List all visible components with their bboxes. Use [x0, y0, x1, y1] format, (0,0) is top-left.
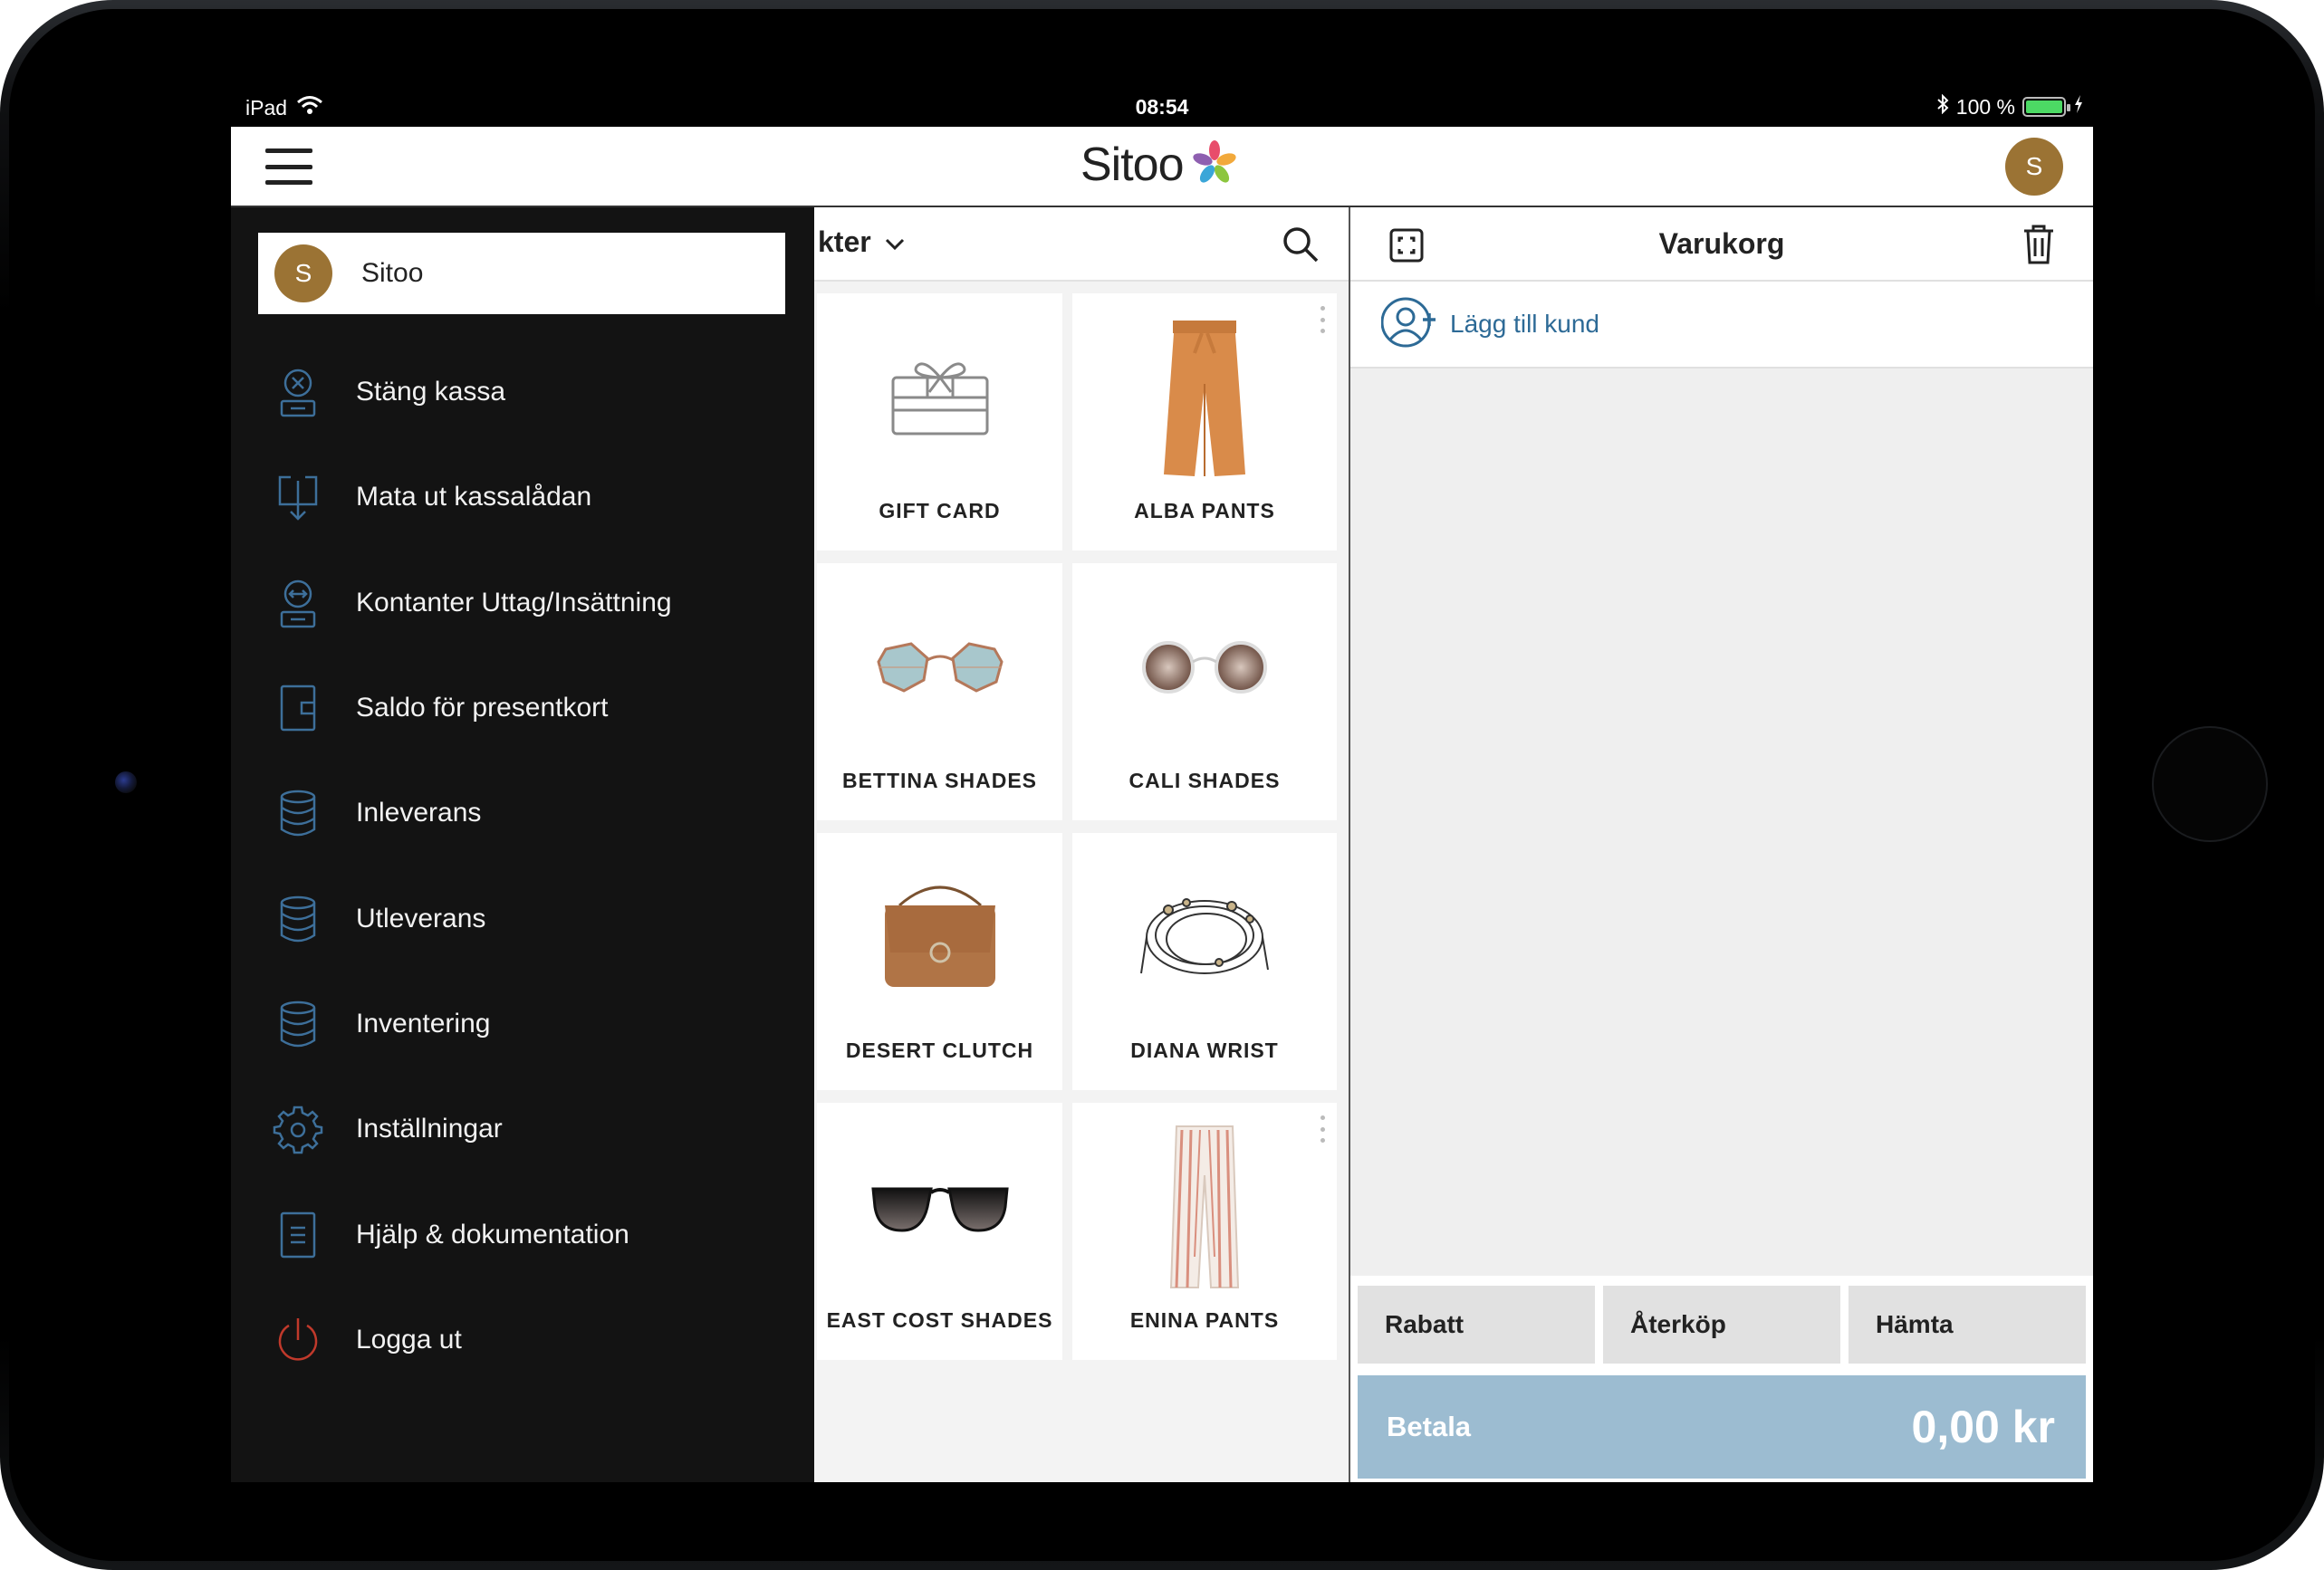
screen: iPad 08:54 100 % Sitoo S S Sitoo Stäng k…	[231, 86, 2093, 1482]
menu-label: Stäng kassa	[356, 377, 506, 407]
power-icon	[273, 1315, 323, 1365]
product-name: BETTINA SHADES	[841, 769, 1038, 792]
menu-label: Utleverans	[356, 903, 486, 933]
database-icon	[273, 999, 323, 1049]
product-tile-gift-card[interactable]: GIFT CARD	[817, 293, 1062, 550]
close-register-icon	[273, 367, 323, 417]
ipad-frame: iPad 08:54 100 % Sitoo S S Sitoo Stäng k…	[0, 0, 2324, 1570]
cash-drawer-icon	[273, 472, 323, 522]
menu-item-stocktaking[interactable]: Inventering	[231, 972, 814, 1077]
profile-card[interactable]: S Sitoo	[258, 233, 785, 314]
menu-icon[interactable]	[265, 148, 312, 185]
status-bar: iPad 08:54 100 %	[231, 86, 2093, 127]
product-name: GIFT CARD	[879, 499, 1001, 522]
database-icon	[273, 894, 323, 944]
profile-avatar: S	[274, 244, 332, 302]
product-tile-alba-pants[interactable]: ALBA PANTS	[1072, 293, 1337, 550]
menu-item-cash-transfer[interactable]: Kontanter Uttag/Insättning	[231, 550, 814, 656]
user-avatar[interactable]: S	[2005, 138, 2063, 196]
logo-text: Sitoo	[1080, 139, 1185, 191]
alba-pants-image	[1072, 302, 1337, 493]
menu-label: Logga ut	[356, 1324, 462, 1355]
bluetooth-icon	[1936, 93, 1949, 120]
gear-icon	[273, 1104, 323, 1154]
profile-name: Sitoo	[361, 258, 424, 288]
bettina-shades-image	[817, 572, 1062, 762]
sitoo-logo: Sitoo	[1080, 138, 1240, 192]
desert-clutch-image	[817, 842, 1062, 1032]
charging-icon	[2073, 94, 2084, 120]
cart-title: Varukorg	[1658, 227, 1785, 260]
home-button[interactable]	[2152, 726, 2268, 842]
menu-label: Inleverans	[356, 798, 482, 828]
product-grid-panel: kter GIFT CARD ALBA PANTS BETTINA SHADES…	[814, 207, 1349, 1482]
cart-panel: Varukorg Lägg till kund Rabatt Återköp H…	[1350, 207, 2093, 1482]
product-name: ALBA PANTS	[1134, 499, 1275, 522]
menu-item-close-register[interactable]: Stäng kassa	[231, 340, 814, 445]
menu-label: Mata ut kassalådan	[356, 482, 592, 512]
side-menu: S Sitoo Stäng kassa Mata ut kassalådan K…	[231, 207, 814, 1482]
menu-item-gift-card-balance[interactable]: Saldo för presentkort	[231, 656, 814, 761]
product-header: kter	[814, 207, 1349, 282]
add-user-icon	[1380, 296, 1437, 353]
product-name: CALI SHADES	[1128, 769, 1281, 792]
menu-item-inbound[interactable]: Inleverans	[231, 761, 814, 866]
category-dropdown[interactable]: kter	[818, 225, 906, 259]
menu-item-logout[interactable]: Logga ut	[231, 1288, 814, 1393]
search-icon[interactable]	[1280, 224, 1321, 265]
menu-label: Hjälp & dokumentation	[356, 1219, 629, 1249]
app-bar: Sitoo S	[231, 127, 2093, 207]
product-tile-cali-shades[interactable]: CALI SHADES	[1072, 563, 1337, 820]
menu-item-cash-drawer[interactable]: Mata ut kassalådan	[231, 445, 814, 550]
wallet-icon	[273, 683, 323, 733]
diana-wrist-image	[1072, 842, 1337, 1032]
product-tile-bettina-shades[interactable]: BETTINA SHADES	[817, 563, 1062, 820]
fetch-button[interactable]: Hämta	[1849, 1286, 2086, 1364]
product-tile-desert-clutch[interactable]: DESERT CLUTCH	[817, 833, 1062, 1090]
menu-item-help[interactable]: Hjälp & dokumentation	[231, 1182, 814, 1287]
cart-total: 0,00 kr	[1911, 1402, 2055, 1452]
status-right: 100 %	[1936, 93, 2084, 120]
database-icon	[273, 788, 323, 838]
product-name: EAST COST SHADES	[826, 1308, 1053, 1332]
chevron-down-icon	[884, 225, 906, 259]
category-title: kter	[818, 225, 871, 258]
east-cost-shades-image	[817, 1112, 1062, 1302]
pay-button[interactable]: Betala 0,00 kr	[1358, 1375, 2086, 1479]
menu-item-outbound[interactable]: Utleverans	[231, 866, 814, 971]
add-customer-button[interactable]: Lägg till kund	[1350, 282, 2093, 369]
cash-transfer-icon	[273, 578, 323, 628]
return-button[interactable]: Återköp	[1603, 1286, 1840, 1364]
discount-button[interactable]: Rabatt	[1358, 1286, 1595, 1364]
menu-label: Inställningar	[356, 1114, 503, 1144]
camera-lens	[115, 771, 137, 793]
product-tile-enina-pants[interactable]: ENINA PANTS	[1072, 1103, 1337, 1360]
menu-list: Stäng kassa Mata ut kassalådan Kontanter…	[231, 340, 814, 1393]
enina-pants-image	[1072, 1112, 1337, 1302]
logo-flower-icon	[1189, 138, 1240, 193]
clock: 08:54	[1135, 95, 1189, 119]
pay-label: Betala	[1387, 1411, 1472, 1442]
document-icon	[273, 1210, 323, 1260]
product-name: DESERT CLUTCH	[845, 1039, 1034, 1062]
battery-percent: 100 %	[1955, 94, 2015, 119]
menu-label: Saldo för presentkort	[356, 693, 609, 723]
add-customer-label: Lägg till kund	[1450, 310, 1600, 338]
battery-icon	[2022, 97, 2070, 117]
product-tile-east-cost-shades[interactable]: EAST COST SHADES	[817, 1103, 1062, 1360]
product-tile-diana-wrist[interactable]: DIANA WRIST	[1072, 833, 1337, 1090]
trash-icon[interactable]	[2021, 224, 2057, 265]
cali-shades-image	[1072, 572, 1337, 762]
menu-label: Kontanter Uttag/Insättning	[356, 587, 672, 617]
menu-label: Inventering	[356, 1008, 491, 1039]
cart-header: Varukorg	[1350, 207, 2093, 282]
gift-card-icon	[817, 302, 1062, 493]
product-name: ENINA PANTS	[1129, 1308, 1280, 1332]
product-name: DIANA WRIST	[1130, 1039, 1279, 1062]
menu-item-settings[interactable]: Inställningar	[231, 1077, 814, 1182]
